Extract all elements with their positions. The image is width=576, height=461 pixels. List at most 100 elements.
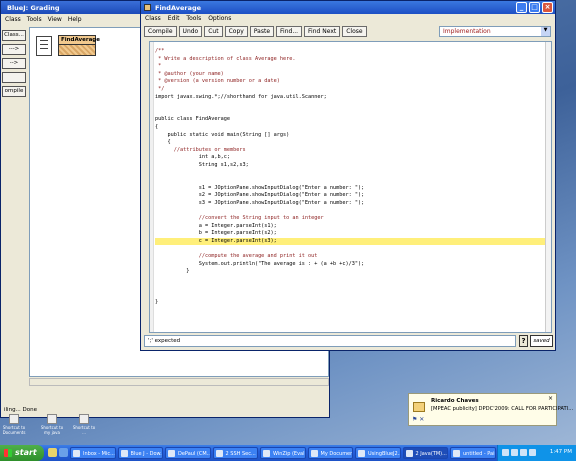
code-editor[interactable]: /** * Write a description of class Avera… [149,41,552,333]
start-button[interactable]: start [0,445,44,461]
class-box-findaverage[interactable]: FindAverage [58,35,100,56]
paste-button[interactable]: Paste [249,26,275,37]
taskbar-task[interactable]: DePaul (CM... [165,447,211,459]
find-next-button[interactable]: Find Next [304,26,341,37]
code-line[interactable] [155,101,545,109]
code-line[interactable]: * @version (a version number or a date) [155,78,545,86]
bluej-menu-help[interactable]: Help [68,16,82,23]
editor-menu-options[interactable]: Options [208,15,231,23]
copy-button[interactable]: Copy [224,26,248,37]
taskbar-task[interactable]: UsingBlueJ2... [355,447,401,459]
task-app-icon [358,450,365,457]
code-line[interactable]: System.out.println("The average is : + (… [155,261,545,269]
code-line[interactable]: //attributes or members [155,147,545,155]
tray-network-icon[interactable] [502,449,509,456]
task-label: Inbox - Mic... [83,451,115,457]
code-line[interactable]: c = Integer.parseInt(s3); [155,237,545,246]
code-line[interactable]: * Write a description of class Average h… [155,56,545,64]
flag-icon[interactable]: ⚑ ✕ [412,416,424,423]
editor-window: FindAverage _ □ × Class Edit Tools Optio… [140,0,556,351]
code-line[interactable]: { [155,124,545,132]
editor-menu-tools[interactable]: Tools [186,15,201,23]
minimize-icon[interactable]: _ [516,2,527,13]
view-select[interactable]: Implementation ▼ [439,26,551,37]
desktop-shortcut-java[interactable]: Shortcut to my java [40,414,64,435]
bluej-horizontal-scrollbar[interactable] [29,378,329,386]
compiler-message: ';' expected [144,335,516,347]
readme-document-icon[interactable] [36,36,52,56]
bluej-menu-tools[interactable]: Tools [27,16,42,23]
editor-vertical-scrollbar[interactable] [545,42,551,332]
code-line[interactable] [155,245,545,253]
desktop-shortcut-documents[interactable]: Shortcut to Documents [2,414,26,435]
code-line[interactable]: * @author (your name) [155,71,545,79]
code-line[interactable]: } [155,299,545,307]
saved-indicator: saved [530,335,553,347]
code-line[interactable]: /** [155,48,545,56]
code-line[interactable]: */ [155,86,545,94]
code-line[interactable]: s3 = JOptionPane.showInputDialog("Enter … [155,200,545,208]
inherits-arrow-button[interactable]: --> [2,58,26,69]
taskbar: start Inbox - Mic... Blue J - Dow... DePau… [0,445,576,461]
desktop-shortcut-other[interactable]: Shortcut to ... [72,414,96,435]
code-line[interactable]: s1 = JOptionPane.showInputDialog("Enter … [155,185,545,193]
email-notification[interactable]: Ricardo Chaves [MPEAC publicity] DPDC'20… [408,393,573,426]
taskbar-task[interactable]: 2 Java(TM)... [402,447,448,459]
code-line[interactable]: * [155,63,545,71]
taskbar-task[interactable]: Blue J - Dow... [117,447,163,459]
side-blank-button[interactable] [2,72,26,83]
help-button[interactable]: ? [519,335,528,347]
uses-arrow-button[interactable]: ---> [2,44,26,55]
taskbar-task[interactable]: untitled - Paint [450,447,496,459]
taskbar-task[interactable]: 2 SSH Sec... [212,447,258,459]
editor-menu-edit[interactable]: Edit [168,15,180,23]
code-line[interactable]: //compute the average and print it out [155,253,545,261]
maximize-icon[interactable]: □ [529,2,540,13]
code-line[interactable]: s2 = JOptionPane.showInputDialog("Enter … [155,192,545,200]
cut-button[interactable]: Cut [204,26,223,37]
code-line[interactable] [155,170,545,178]
new-class-button[interactable]: Class... [2,30,26,41]
code-text[interactable]: /** * Write a description of class Avera… [155,48,545,306]
quicklaunch-browser-icon[interactable] [59,448,68,457]
bluej-menu-class[interactable]: Class [5,16,21,23]
shortcut-icon [47,414,57,424]
tray-security-icon[interactable] [529,449,536,456]
close-icon[interactable]: × [542,2,553,13]
taskbar-task[interactable]: WinZip (Eval... [260,447,306,459]
tray-volume-icon[interactable] [511,449,518,456]
code-line[interactable] [155,109,545,117]
code-line[interactable]: b = Integer.parseInt(s2); [155,230,545,238]
code-line[interactable] [155,207,545,215]
code-line[interactable]: public static void main(String [] args) [155,132,545,140]
compile-button[interactable]: Compile [144,26,177,37]
close-button[interactable]: Close [342,26,367,37]
compile-button[interactable]: ompile [2,86,26,97]
code-line[interactable]: public class FindAverage [155,116,545,124]
code-line[interactable]: a = Integer.parseInt(s1); [155,223,545,231]
editor-menu-class[interactable]: Class [145,15,161,23]
find-button[interactable]: Find... [276,26,303,37]
clock: 1:47 PM [549,449,572,455]
code-line[interactable]: String s1,s2,s3; [155,162,545,170]
code-line[interactable]: import javax.swing.*;//shorthand for jav… [155,94,545,102]
undo-button[interactable]: Undo [178,26,203,37]
quicklaunch-folder-icon[interactable] [48,448,57,457]
editor-title: FindAverage [155,4,202,12]
bluej-menu-view[interactable]: View [48,16,62,23]
code-line[interactable]: } [155,268,545,276]
code-line[interactable]: //convert the String input to an integer [155,215,545,223]
class-box-label: FindAverage [59,36,100,45]
code-line[interactable] [155,291,545,299]
code-line[interactable] [155,283,545,291]
taskbar-task[interactable]: Inbox - Mic... [70,447,116,459]
editor-titlebar[interactable]: FindAverage _ □ × [141,1,555,14]
close-icon[interactable]: × [548,395,553,402]
taskbar-task[interactable]: My Documents [307,447,353,459]
code-line[interactable]: int a,b,c; [155,154,545,162]
chevron-down-icon[interactable]: ▼ [541,27,550,36]
code-line[interactable] [155,177,545,185]
code-line[interactable]: { [155,139,545,147]
tray-messenger-icon[interactable] [520,449,527,456]
code-line[interactable] [155,276,545,284]
